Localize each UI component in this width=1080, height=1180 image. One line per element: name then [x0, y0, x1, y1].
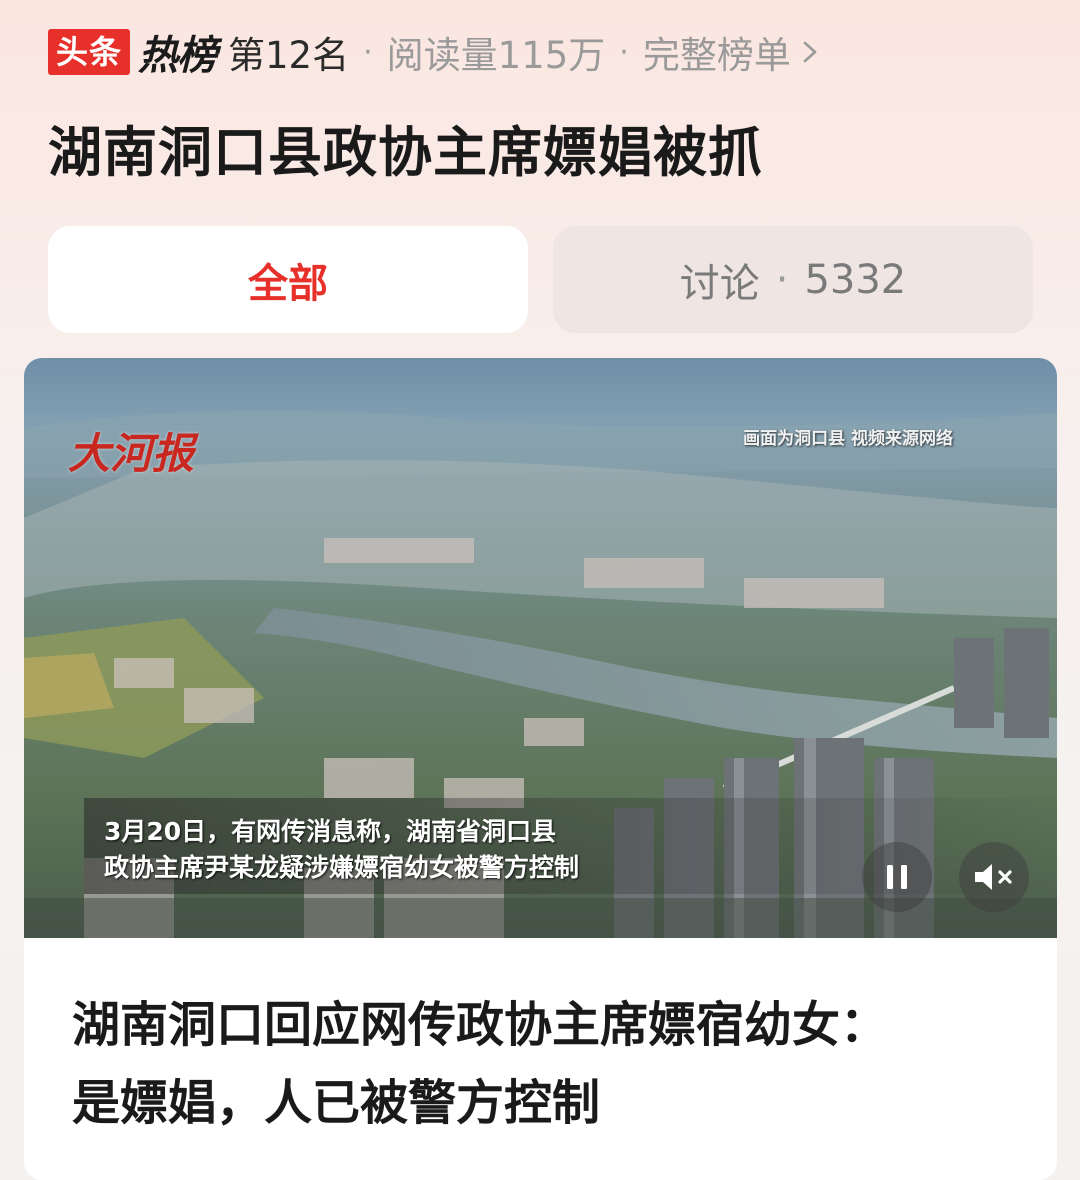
- channel-logo: 大河报: [68, 429, 195, 478]
- tab-all[interactable]: 全部: [48, 226, 528, 333]
- video-subtitle-line-2: 政协主席尹某龙疑涉嫌嫖宿幼女被警方控制: [104, 853, 580, 882]
- article-headline-line-1: 湖南洞口回应网传政协主席嫖宿幼女：: [72, 997, 889, 1053]
- tab-discussion[interactable]: 讨论 · 5332: [553, 226, 1033, 333]
- hot-list-label: 热榜: [138, 33, 217, 79]
- mute-button[interactable]: [959, 842, 1029, 912]
- video-player[interactable]: 大河报 画面为洞口县 视频来源网络 3月20日，有网传消息称，湖南省洞口县 政协…: [24, 358, 1057, 938]
- tab-discussion-label: 讨论: [679, 260, 760, 307]
- mute-icon: [975, 864, 1012, 890]
- article-headline[interactable]: 湖南洞口回应网传政协主席嫖宿幼女： 是嫖娼，人已被警方控制: [72, 986, 1012, 1142]
- discussion-count: 5332: [804, 256, 907, 303]
- video-subtitle-line-1: 3月20日，有网传消息称，湖南省洞口县: [104, 817, 557, 846]
- video-source-note: 画面为洞口县 视频来源网络: [743, 429, 953, 449]
- toutiao-badge: 头条: [48, 29, 131, 75]
- pause-icon: [887, 865, 907, 889]
- separator-dot: ·: [619, 34, 629, 70]
- read-count: 阅读量115万: [386, 34, 606, 77]
- separator-dot: ·: [363, 34, 373, 70]
- topic-title: 湖南洞口县政协主席嫖娼被抓: [48, 121, 763, 184]
- separator-dot: ·: [775, 256, 789, 303]
- rank-position: 第12名: [228, 34, 350, 77]
- chevron-right-icon: [803, 41, 817, 63]
- pause-button[interactable]: [862, 842, 932, 912]
- tab-all-label: 全部: [248, 260, 328, 307]
- rank-bar: 头条 热榜 第12名 · 阅读量115万 · 完整榜单: [48, 25, 817, 79]
- news-card[interactable]: 大河报 画面为洞口县 视频来源网络 3月20日，有网传消息称，湖南省洞口县 政协…: [24, 358, 1057, 1180]
- full-list-label: 完整榜单: [642, 34, 791, 77]
- article-headline-line-2: 是嫖娼，人已被警方控制: [72, 1075, 601, 1131]
- full-list-link[interactable]: 完整榜单: [643, 25, 817, 79]
